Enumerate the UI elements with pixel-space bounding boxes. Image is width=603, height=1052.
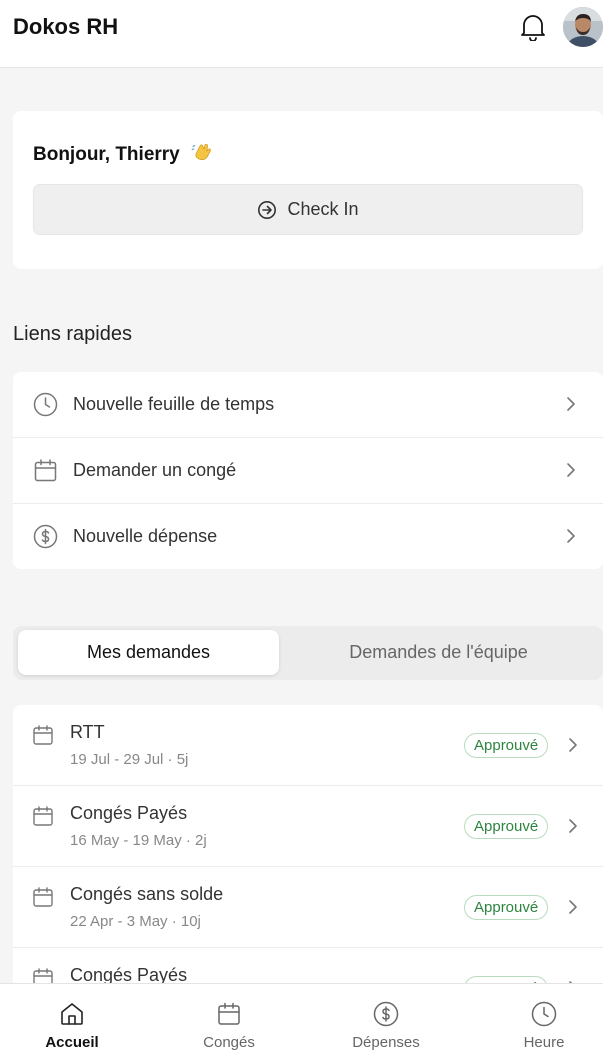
chevron-right-icon	[567, 817, 579, 835]
quick-link-new-timesheet[interactable]: Nouvelle feuille de temps	[13, 372, 603, 437]
greeting-text: Bonjour, Thierry	[33, 141, 213, 169]
nav-item-home[interactable]: Accueil	[0, 984, 150, 1052]
request-type: RTT	[70, 722, 105, 742]
request-row[interactable]: Congés sans solde 22 Apr - 3 May · 10j A…	[13, 867, 603, 948]
requests-segmented-control: Mes demandes Demandes de l'équipe	[13, 626, 603, 680]
waving-hand-icon	[191, 141, 213, 169]
quick-link-label: Nouvelle dépense	[73, 525, 218, 546]
app-title: Dokos RH	[13, 14, 119, 39]
quick-link-request-leave[interactable]: Demander un congé	[13, 437, 603, 502]
quick-link-new-expense[interactable]: Nouvelle dépense	[13, 503, 603, 568]
home-icon	[59, 1001, 85, 1027]
nav-item-time[interactable]: Heure	[469, 984, 603, 1052]
quick-link-label: Nouvelle feuille de temps	[73, 394, 275, 414]
requests-list: RTT 19 Jul - 29 Jul · 5j Approuvé Congés…	[13, 705, 603, 1005]
status-badge: Approuvé	[464, 733, 549, 758]
check-in-button[interactable]: Check In	[33, 184, 583, 235]
calendar-icon	[216, 1001, 242, 1027]
nav-item-leave[interactable]: Congés	[154, 984, 304, 1052]
chevron-right-icon	[567, 736, 579, 754]
chevron-right-icon	[567, 898, 579, 916]
quick-links-list: Nouvelle feuille de temps Demander un co…	[13, 372, 603, 569]
dollar-circle-icon	[373, 1001, 399, 1027]
request-dates: 22 Apr - 3 May · 10j	[70, 913, 201, 930]
quick-links-title: Liens rapides	[13, 323, 132, 345]
status-badge: Approuvé	[464, 895, 549, 920]
chevron-right-icon	[565, 461, 577, 479]
request-row[interactable]: Congés Payés 16 May - 19 May · 2j Approu…	[13, 786, 603, 867]
greeting-card: Bonjour, Thierry Check In	[13, 111, 603, 269]
clock-icon	[33, 392, 58, 417]
tab-team-requests[interactable]: Demandes de l'équipe	[308, 630, 569, 675]
request-type: Congés sans solde	[70, 884, 224, 904]
nav-label: Accueil	[45, 1034, 99, 1051]
request-dates: 19 Jul - 29 Jul · 5j	[70, 751, 189, 768]
calendar-icon	[32, 805, 54, 827]
status-badge: Approuvé	[464, 814, 549, 839]
bell-icon[interactable]	[519, 12, 547, 42]
chevron-right-icon	[565, 527, 577, 545]
nav-label: Dépenses	[352, 1034, 420, 1051]
request-dates: 16 May - 19 May · 2j	[70, 832, 207, 849]
dollar-circle-icon	[33, 524, 58, 549]
calendar-icon	[32, 886, 54, 908]
chevron-right-icon	[565, 395, 577, 413]
nav-label: Heure	[523, 1034, 565, 1051]
bottom-nav: Accueil Congés Dépenses Heure	[0, 983, 603, 1052]
check-in-label: Check In	[287, 199, 359, 219]
request-type: Congés Payés	[70, 803, 188, 823]
greeting-label: Bonjour, Thierry	[33, 144, 180, 165]
calendar-icon	[33, 458, 58, 483]
tab-my-requests[interactable]: Mes demandes	[18, 630, 279, 675]
calendar-icon	[32, 724, 54, 746]
request-row[interactable]: RTT 19 Jul - 29 Jul · 5j Approuvé	[13, 705, 603, 786]
clock-icon	[531, 1001, 557, 1027]
nav-item-expenses[interactable]: Dépenses	[311, 984, 461, 1052]
quick-link-label: Demander un congé	[73, 459, 237, 480]
avatar[interactable]	[563, 7, 603, 47]
app-header: Dokos RH	[0, 0, 603, 68]
nav-label: Congés	[203, 1034, 255, 1051]
arrow-circle-right-icon	[257, 200, 277, 220]
